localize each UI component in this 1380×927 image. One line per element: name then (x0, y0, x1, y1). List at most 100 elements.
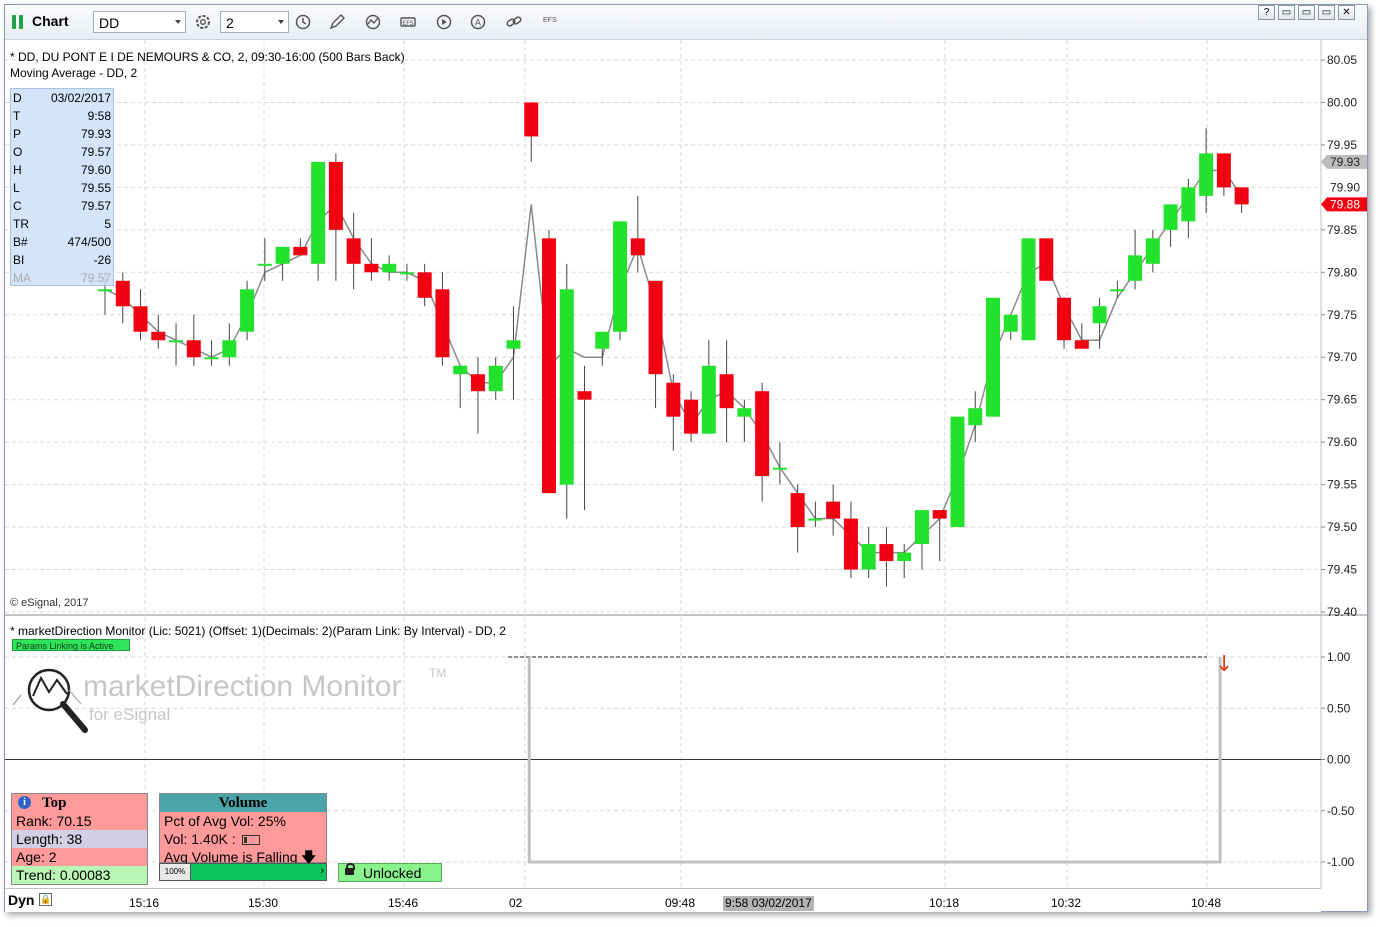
candle-down (364, 263, 379, 273)
mdm-watermark-subtitle: for eSignal (89, 705, 171, 724)
indicator-pane-title: * marketDirection Monitor (Lic: 5021) (O… (10, 624, 506, 638)
data-window-key: B# (13, 235, 28, 249)
info-icon[interactable]: i (18, 796, 31, 809)
candle-down (826, 501, 841, 519)
data-window-value: 5 (104, 217, 111, 231)
candle-up (275, 246, 290, 264)
data-window-row: TR 5 (13, 217, 111, 235)
candle-up (772, 467, 787, 470)
data-window-row: BI -26 (13, 253, 111, 271)
candle-up (257, 263, 272, 266)
candle-up (1145, 238, 1160, 264)
candle-up (595, 331, 610, 349)
candle-down (293, 246, 308, 256)
candle-up (1128, 255, 1143, 281)
candle-up (701, 365, 716, 434)
candle-down (843, 518, 858, 570)
candle-down (115, 280, 130, 307)
maximize-button[interactable]: ▭ (1318, 5, 1335, 20)
length-value: Length: 38 (12, 830, 147, 848)
clock-icon[interactable] (293, 13, 313, 31)
chart-canvas[interactable]: 80.05 80.00 79.95 79.90 79.85 79.80 79.75 79.70… (5, 40, 1367, 911)
candle-down (577, 391, 592, 400)
volume-value: Vol: 1.40K : (160, 830, 326, 848)
pencil-icon[interactable] (327, 13, 347, 31)
candle-up (1163, 204, 1178, 230)
pct-avg-vol: Pct of Avg Vol: 25% (164, 813, 286, 829)
chevron-right-icon[interactable]: › (320, 865, 324, 877)
top-panel-header: Top (42, 795, 67, 811)
data-window-value: 79.57 (80, 145, 111, 159)
data-window-value: 79.93 (80, 127, 111, 141)
candle-up (311, 161, 326, 264)
candle-up (1199, 153, 1214, 196)
price-tick-label: 79.60 (1327, 435, 1357, 449)
study-icon[interactable] (363, 13, 383, 31)
close-button[interactable]: ✕ (1338, 5, 1355, 20)
data-window-key: P (13, 127, 22, 141)
time-axis-label: 02 (509, 896, 523, 910)
candle-up (1092, 306, 1107, 324)
candle-up (897, 552, 912, 562)
cursor-time-label: 9:58 03/02/2017 (723, 896, 814, 911)
time-axis[interactable]: 15:16 15:30 15:46 02 09:48 10:18 10:32 10:48 (5, 888, 1321, 912)
settings-icon[interactable] (193, 13, 213, 31)
candle-down (684, 399, 699, 434)
copyright: © eSignal, 2017 (10, 597, 89, 609)
price-tick-label: 79.65 (1327, 393, 1357, 407)
candle-up (986, 297, 1000, 417)
price-tick-label: 79.95 (1327, 138, 1357, 152)
price-tick-label: 79.80 (1327, 265, 1357, 279)
chart-area[interactable]: 80.05 80.00 79.95 79.90 79.85 79.80 79.75 79.70… (5, 40, 1367, 912)
interval-combo[interactable]: 2 (220, 11, 289, 33)
volume-progress-label: 100% (160, 864, 191, 880)
indicator-tick-label: -1.00 (1327, 855, 1355, 869)
candle-up (169, 340, 184, 343)
indicator-tick-label: -0.50 (1327, 804, 1355, 818)
time-axis-label: 15:30 (248, 896, 279, 910)
candle-up (808, 518, 823, 521)
lock-icon[interactable]: 🔒 (39, 893, 52, 906)
candle-down (346, 238, 361, 264)
price-tick-label: 80.05 (1327, 53, 1357, 67)
candle-up (968, 408, 983, 426)
candle-up (1003, 314, 1018, 332)
data-window-value: 79.57 (80, 199, 111, 213)
axis-mode[interactable]: Dyn 🔒 (5, 890, 57, 910)
chevron-down-icon[interactable] (278, 20, 284, 24)
axis-mode-label: Dyn (8, 892, 35, 908)
link-icon[interactable] (504, 13, 524, 31)
data-window-row: T 9:58 (13, 109, 111, 127)
restore-button[interactable]: ▭ (1278, 5, 1295, 20)
data-window-key: O (13, 145, 23, 159)
price-tick-label: 79.50 (1327, 520, 1357, 534)
play-icon[interactable] (434, 13, 454, 31)
study-label: Moving Average - DD, 2 (10, 66, 138, 80)
efs-icon[interactable]: EFS (398, 13, 418, 31)
candle-down (542, 238, 556, 494)
data-window: D 03/02/2017 T 9:58 P 79.93 O 79.57 H 79.60 L 79.55… (10, 88, 114, 286)
mdm-watermark-title: marketDirection Monitor (83, 670, 402, 703)
data-window-value: 474/500 (67, 235, 111, 249)
unlock-icon (345, 863, 355, 875)
candle-up (98, 289, 112, 292)
tile-button[interactable]: ▭ (1298, 5, 1315, 20)
price-tick-label: 79.75 (1327, 308, 1357, 322)
symbol-combo[interactable]: DD (93, 11, 186, 33)
window-title: Chart (32, 13, 69, 29)
candle-down (630, 238, 645, 256)
volume-progress-bar[interactable]: 100% › (159, 863, 327, 881)
help-button[interactable]: ? (1258, 5, 1275, 20)
candle-up (399, 272, 414, 275)
data-window-row: O 79.57 (13, 145, 111, 163)
candle-down (879, 544, 894, 562)
candle-down (1074, 340, 1089, 349)
time-axis-label: 10:18 (929, 896, 960, 910)
svg-text:A: A (475, 19, 482, 29)
price-tick-label: 80.00 (1327, 95, 1357, 109)
alert-icon[interactable]: A (468, 13, 488, 31)
lock-toggle-button[interactable]: Unlocked (338, 863, 442, 882)
candle-down (1216, 153, 1231, 188)
volume-panel: Volume Pct of Avg Vol: 25% Vol: 1.40K : … (159, 793, 327, 865)
chevron-down-icon[interactable] (175, 20, 181, 24)
